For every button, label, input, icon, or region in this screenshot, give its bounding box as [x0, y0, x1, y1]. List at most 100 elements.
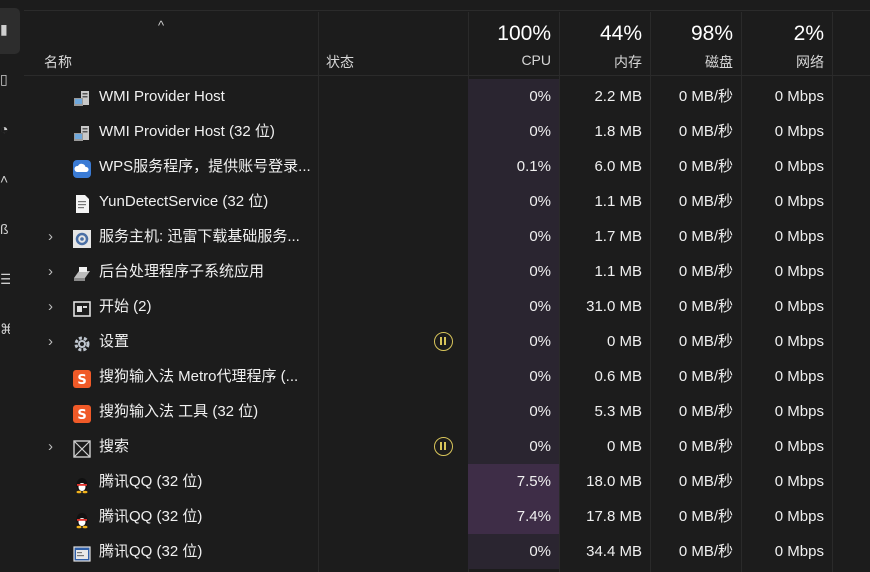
expand-chevron-icon[interactable]: › [48, 324, 62, 359]
cpu-cell: 0% [468, 114, 559, 149]
process-row[interactable]: 腾讯QQ (32 位) 0% 34.4 MB 0 MB/秒 0 Mbps [24, 534, 870, 569]
network-cell: 0 Mbps [774, 123, 824, 140]
cpu-cell: 0% [468, 254, 559, 289]
document-icon [72, 192, 92, 213]
process-name: WMI Provider Host (32 位) [99, 123, 275, 140]
process-row[interactable]: › 开始 (2) 0% 31.0 MB 0 MB/秒 0 Mbps [24, 289, 870, 324]
process-status-cell [318, 359, 468, 394]
disk-cell: 0 MB/秒 [678, 88, 733, 105]
disk-cell: 0 MB/秒 [678, 333, 733, 350]
memory-cell: 34.4 MB [586, 543, 642, 560]
process-name: WPS服务程序，提供账号登录... [99, 158, 311, 175]
cpu-cell: 0% [468, 429, 559, 464]
network-column-header[interactable]: 2% 网络 [741, 12, 832, 75]
process-status-cell [318, 464, 468, 499]
process-status-cell [318, 324, 468, 359]
processes-nav-icon[interactable]: ▮ [0, 22, 10, 36]
process-row[interactable]: 腾讯QQ (32 位) 7.4% 17.8 MB 0 MB/秒 0 Mbps [24, 499, 870, 534]
cpu-cell: 0% [468, 534, 559, 569]
memory-column-header[interactable]: 44% 内存 [559, 12, 650, 75]
status-column-header[interactable]: 状态 [318, 12, 468, 75]
disk-cell: 0 MB/秒 [678, 193, 733, 210]
memory-column-label: 内存 [614, 54, 642, 70]
process-row[interactable]: WPS服务程序，提供账号登录... 0.1% 6.0 MB 0 MB/秒 0 Mbps [24, 149, 870, 184]
network-cell: 0 Mbps [774, 473, 824, 490]
window-icon [72, 297, 92, 317]
sogou-icon: S [72, 367, 92, 388]
network-cell: 0 Mbps [774, 88, 824, 105]
cpu-cell: 0% [468, 289, 559, 324]
process-row[interactable]: WMI Provider Host 0% 2.2 MB 0 MB/秒 0 Mbps [24, 79, 870, 114]
sogou-icon: S [72, 402, 92, 423]
disk-cell: 0 MB/秒 [678, 403, 733, 420]
process-row[interactable]: YunDetectService (32 位) 0% 1.1 MB 0 MB/秒 0 M… [24, 184, 870, 219]
process-name: 搜狗输入法 工具 (32 位) [99, 403, 259, 420]
process-status-cell [318, 499, 468, 534]
cpu-cell: 0% [468, 324, 559, 359]
network-cell: 0 Mbps [774, 438, 824, 455]
process-row[interactable]: S 搜狗输入法 Metro代理程序 (... 0% 0.6 MB 0 MB/秒 0 Mbp… [24, 359, 870, 394]
process-row[interactable]: › 服务主机: 迅雷下载基础服务... 0% 1.7 MB 0 MB/秒 0 Mbps [24, 219, 870, 254]
process-status-cell [318, 429, 468, 464]
navigation-rail: ▮ ▯ ◔ ˄ ß ☰ ⌘ [0, 0, 24, 572]
wmi-host-icon [72, 87, 92, 107]
cloud-icon [72, 157, 92, 178]
disk-cell: 0 MB/秒 [678, 438, 733, 455]
printer-icon [72, 262, 92, 282]
process-name-cell: 腾讯QQ (32 位) [24, 464, 318, 499]
services-nav-icon[interactable]: ⌘ [0, 322, 10, 336]
name-column-header[interactable]: ^ 名称 [24, 12, 318, 75]
expand-chevron-icon[interactable]: › [48, 219, 62, 254]
wmi-host-icon [72, 122, 92, 142]
process-name-cell: S 搜狗输入法 Metro代理程序 (... [24, 359, 318, 394]
process-row[interactable]: WMI Provider Host (32 位) 0% 1.8 MB 0 MB/秒 0 … [24, 114, 870, 149]
network-cell: 0 Mbps [774, 403, 824, 420]
process-name: 搜狗输入法 Metro代理程序 (... [99, 368, 299, 385]
suspended-icon [434, 437, 453, 456]
network-cell: 0 Mbps [774, 333, 824, 350]
disk-total-percent: 98% [690, 22, 733, 45]
name-column-label: 名称 [44, 54, 72, 70]
app-history-nav-icon[interactable]: ◔ [0, 122, 10, 136]
expand-chevron-icon[interactable]: › [48, 429, 62, 464]
cpu-cell: 0% [468, 394, 559, 429]
memory-cell: 17.8 MB [586, 508, 642, 525]
column-header-row: ^ 名称 状态 100% CPU 44% 内存 98% 磁盘 2% 网络 [24, 12, 870, 75]
cpu-cell: 7.4% [468, 499, 559, 534]
suspended-icon [434, 332, 453, 351]
process-row[interactable]: 腾讯QQ (32 位) 7.5% 18.0 MB 0 MB/秒 0 Mbps [24, 464, 870, 499]
settings-gear-icon [72, 332, 92, 352]
expand-chevron-icon[interactable]: › [48, 254, 62, 289]
startup-nav-icon[interactable]: ˄ [0, 172, 10, 186]
process-name-cell: › 设置 [24, 324, 318, 359]
network-column-label: 网络 [796, 54, 824, 70]
process-status-cell [318, 149, 468, 184]
performance-nav-icon[interactable]: ▯ [0, 72, 10, 86]
process-row[interactable]: › 设置 0% 0 MB 0 MB/秒 0 Mbps [24, 324, 870, 359]
cpu-column-header[interactable]: 100% CPU [468, 12, 559, 75]
process-name-cell: › 搜索 [24, 429, 318, 464]
disk-cell: 0 MB/秒 [678, 123, 733, 140]
process-row[interactable]: S 搜狗输入法 工具 (32 位) 0% 5.3 MB 0 MB/秒 0 Mbps [24, 394, 870, 429]
process-row[interactable]: › 搜索 0% 0 MB 0 MB/秒 0 Mbps [24, 429, 870, 464]
users-nav-icon[interactable]: ß [0, 222, 10, 236]
process-name: 腾讯QQ (32 位) [99, 543, 203, 560]
disk-column-header[interactable]: 98% 磁盘 [650, 12, 741, 75]
svg-text:S: S [77, 408, 86, 423]
process-name-cell: WMI Provider Host [24, 79, 318, 114]
process-name-cell: 腾讯QQ (32 位) [24, 534, 318, 569]
process-name-cell: › 服务主机: 迅雷下载基础服务... [24, 219, 318, 254]
network-cell: 0 Mbps [774, 508, 824, 525]
process-row[interactable]: › 后台处理程序子系统应用 0% 1.1 MB 0 MB/秒 0 Mbps [24, 254, 870, 289]
process-name-cell: › 开始 (2) [24, 289, 318, 324]
process-status-cell [318, 184, 468, 219]
details-nav-icon[interactable]: ☰ [0, 272, 10, 286]
disk-cell: 0 MB/秒 [678, 543, 733, 560]
network-cell: 0 Mbps [774, 228, 824, 245]
expand-chevron-icon[interactable]: › [48, 289, 62, 324]
process-name-cell: YunDetectService (32 位) [24, 184, 318, 219]
process-name-cell: 腾讯QQ (32 位) [24, 499, 318, 534]
process-status-cell [318, 254, 468, 289]
memory-cell: 18.0 MB [586, 473, 642, 490]
process-list-panel: ^ 名称 状态 100% CPU 44% 内存 98% 磁盘 2% 网络 WMI… [24, 0, 870, 572]
